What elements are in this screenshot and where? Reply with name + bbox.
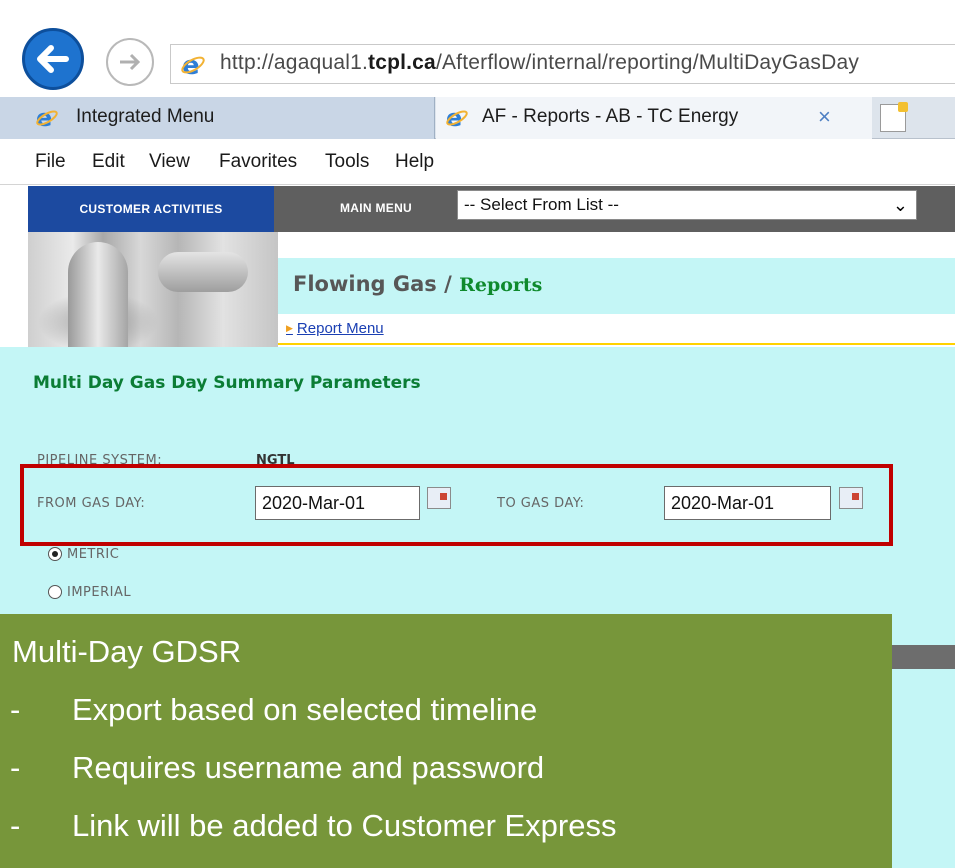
customer-activities-tab[interactable]: CUSTOMER ACTIVITIES <box>28 186 274 232</box>
page-subtitle: Reports <box>459 274 543 296</box>
callout-bullet: - Export based on selected timeline <box>10 692 538 727</box>
new-tab-icon[interactable] <box>880 102 908 132</box>
callout-box: Multi-Day GDSR - Export based on selected… <box>0 614 892 868</box>
imperial-label: IMPERIAL <box>67 585 132 600</box>
forward-arrow-icon <box>120 53 141 71</box>
back-button[interactable] <box>22 28 84 90</box>
ie-icon: e <box>446 104 468 130</box>
url-text[interactable]: http://agaqual1.tcpl.ca/Afterflow/intern… <box>220 51 859 75</box>
menu-view[interactable]: View <box>149 151 190 173</box>
svg-text:e: e <box>36 104 52 130</box>
ie-icon: e <box>181 51 205 78</box>
url-domain: tcpl.ca <box>368 51 436 74</box>
tab-bar: e Integrated Menu e AF - Reports - AB - … <box>0 97 955 139</box>
main-menu-label: MAIN MENU <box>340 201 413 215</box>
tab-integrated-menu[interactable]: e Integrated Menu <box>0 97 435 139</box>
callout-bullet: - Link will be added to Customer Express <box>10 808 617 843</box>
address-row: e http://agaqual1.tcpl.ca/Afterflow/inte… <box>0 0 955 92</box>
tab-af-reports[interactable]: e AF - Reports - AB - TC Energy <box>436 97 872 139</box>
menu-tools[interactable]: Tools <box>325 151 369 173</box>
menu-bar: File Edit View Favorites Tools Help <box>0 141 955 185</box>
metric-radio[interactable] <box>48 547 62 561</box>
imperial-radio[interactable] <box>48 585 62 599</box>
params-title: Multi Day Gas Day Summary Parameters <box>33 373 421 393</box>
report-menu-link[interactable]: Report Menu <box>286 320 384 337</box>
ie-icon: e <box>36 104 58 130</box>
main-menu-select[interactable]: -- Select From List -- ⌄ <box>457 190 917 220</box>
callout-bullet: - Requires username and password <box>10 750 545 785</box>
close-tab-icon[interactable]: × <box>818 104 831 130</box>
menu-help[interactable]: Help <box>395 151 434 173</box>
svg-text:e: e <box>446 104 462 130</box>
select-value: -- Select From List -- <box>464 195 619 214</box>
chevron-down-icon: ⌄ <box>892 195 908 215</box>
callout-title: Multi-Day GDSR <box>12 634 242 669</box>
page-title: Flowing Gas / Reports <box>293 272 543 296</box>
highlight-box <box>20 464 893 546</box>
metric-label: METRIC <box>67 547 120 562</box>
back-arrow-icon <box>37 45 69 73</box>
menu-edit[interactable]: Edit <box>92 151 125 173</box>
menu-favorites[interactable]: Favorites <box>219 151 297 173</box>
banner-divider <box>278 343 955 345</box>
tab-label: Integrated Menu <box>76 106 215 127</box>
forward-button[interactable] <box>106 38 154 86</box>
menu-file[interactable]: File <box>35 151 66 173</box>
pipeline-image <box>28 232 278 347</box>
tab-label: AF - Reports - AB - TC Energy <box>482 106 739 127</box>
